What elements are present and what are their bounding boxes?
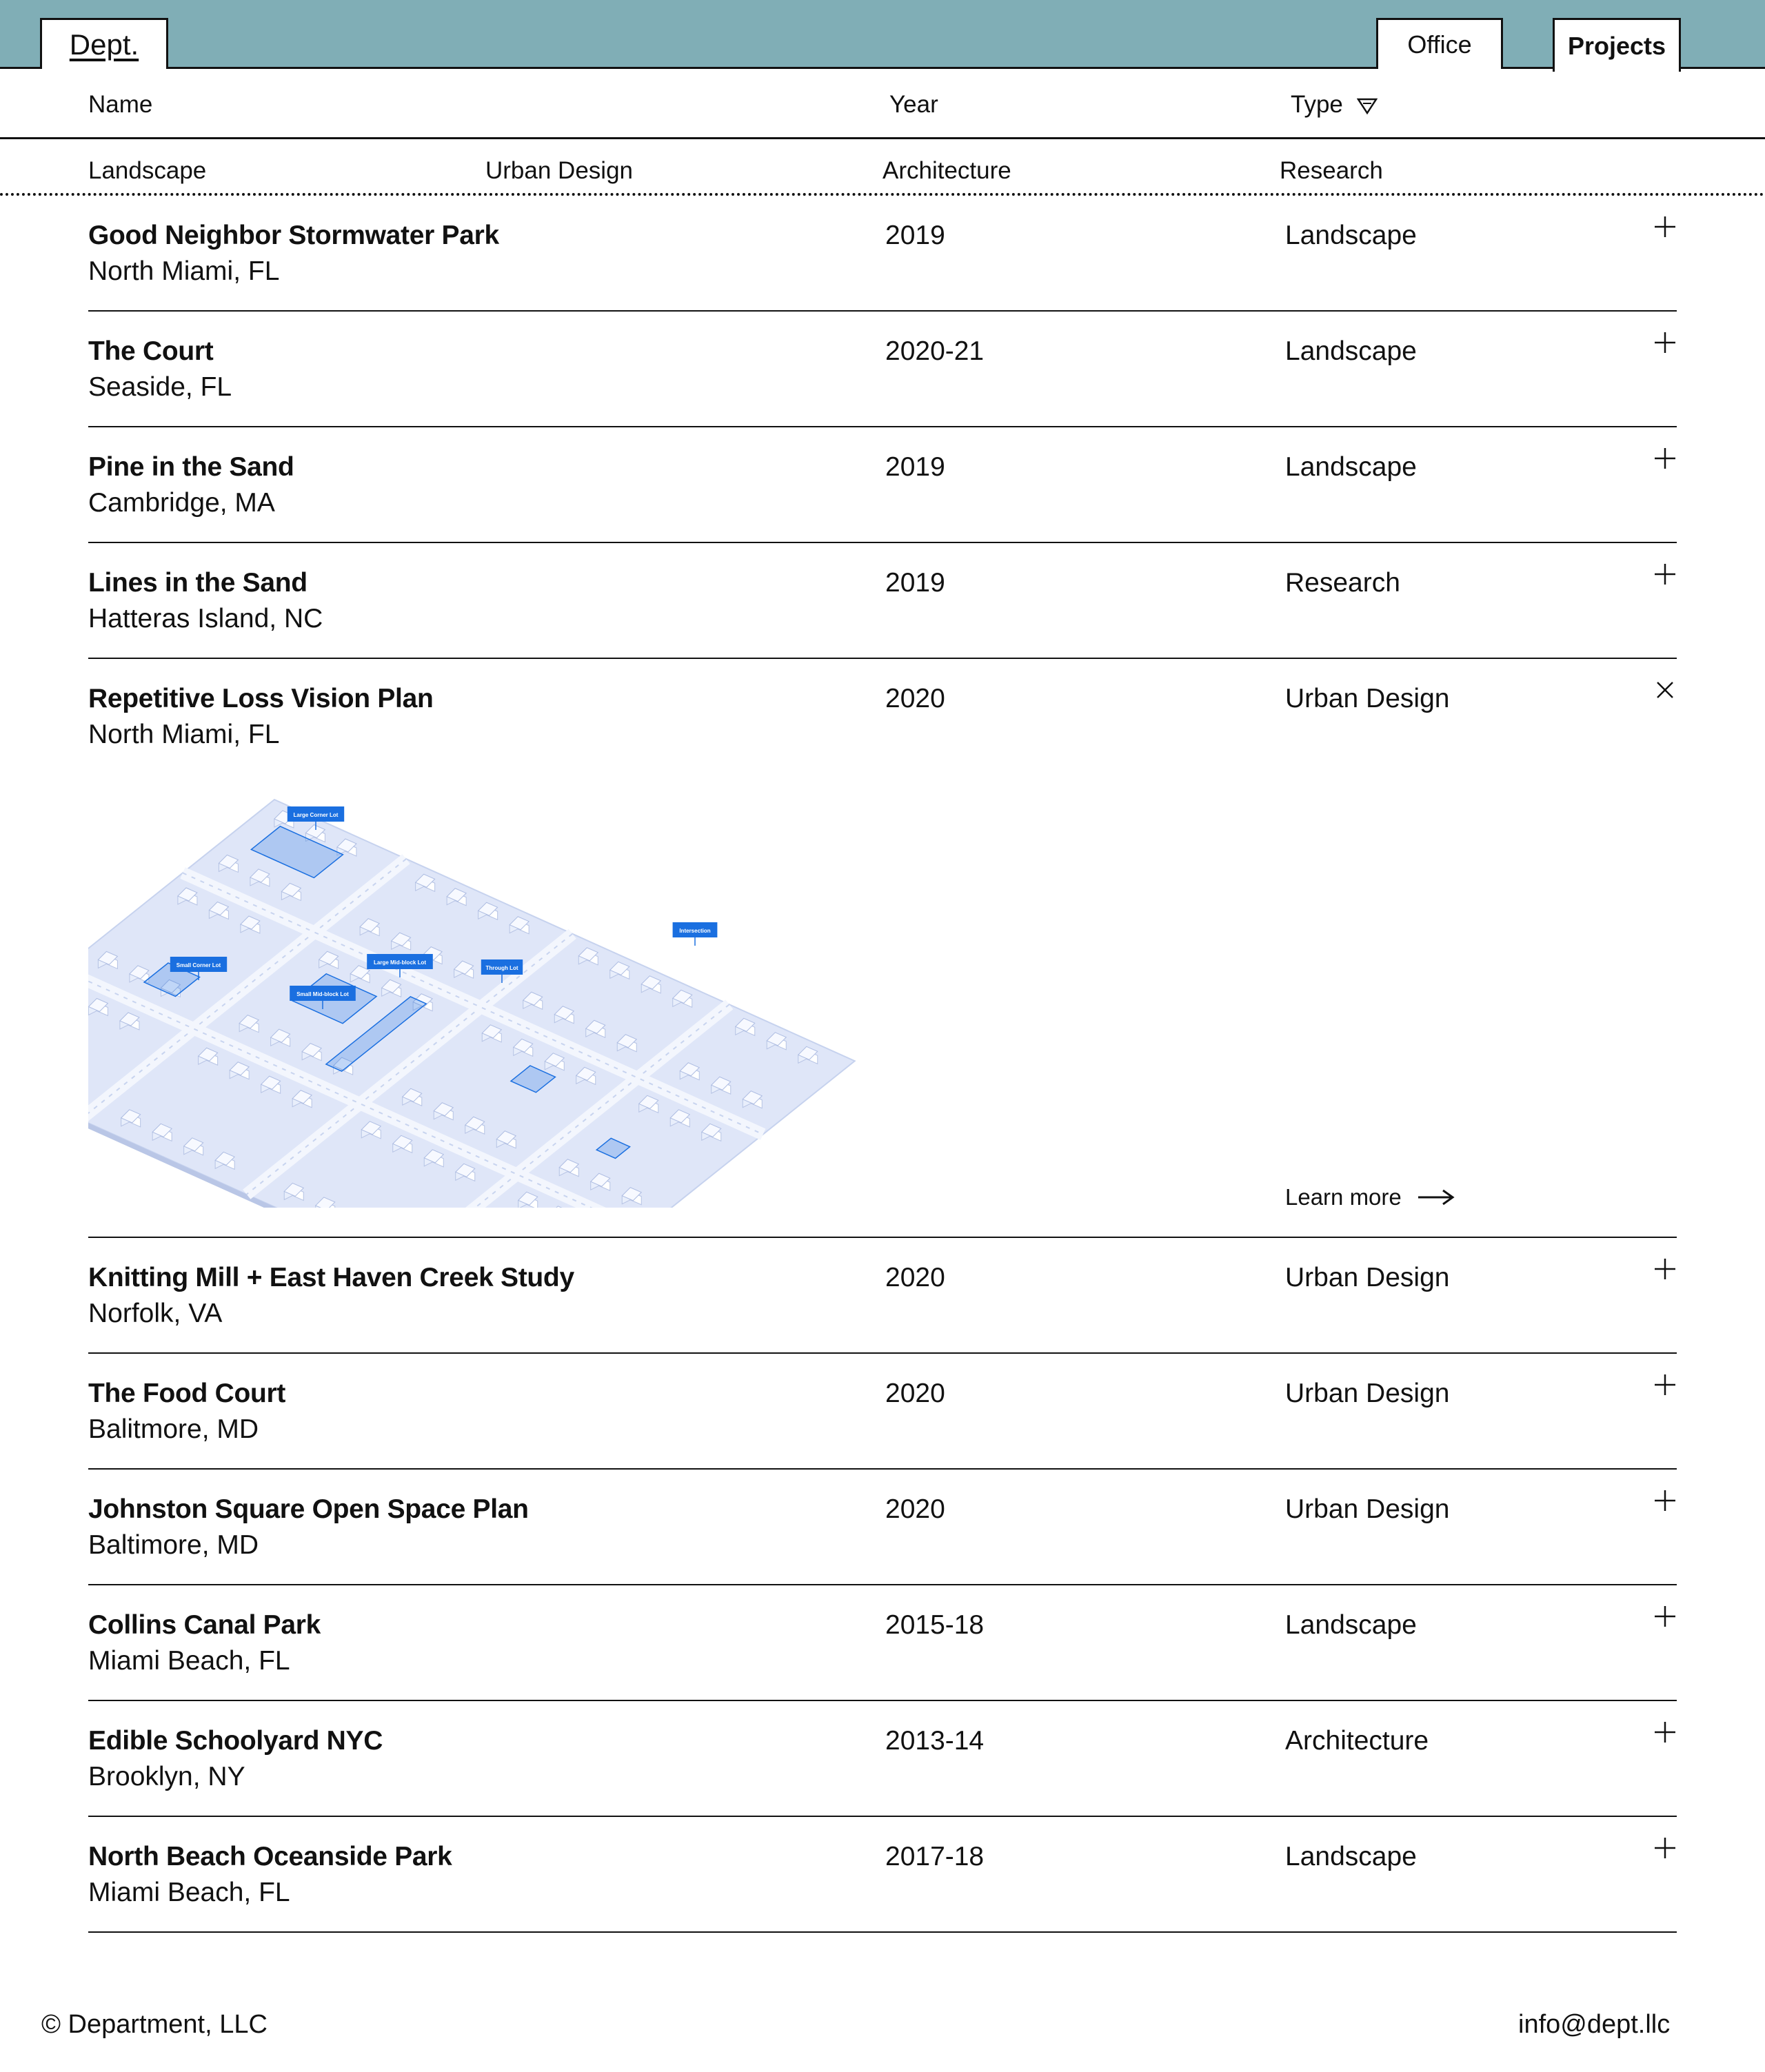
project-location: Cambridge, MA [88, 488, 275, 518]
plus-icon[interactable] [1653, 1489, 1677, 1512]
plus-icon[interactable] [1653, 1373, 1677, 1396]
map-callout-label: Through Lot [485, 965, 518, 971]
project-row[interactable]: Edible Schoolyard NYC Brooklyn, NY 2013-14… [88, 1701, 1677, 1817]
project-year: 2019 [885, 568, 945, 598]
project-location: Baltimore, MD [88, 1530, 259, 1560]
project-location: Brooklyn, NY [88, 1762, 245, 1791]
learn-more-label: Learn more [1285, 1184, 1402, 1210]
project-year: 2019 [885, 452, 945, 482]
project-year: 2020 [885, 684, 945, 713]
project-location: North Miami, FL [88, 256, 280, 286]
project-row[interactable]: The Court Seaside, FL 2020-21 Landscape [88, 312, 1677, 427]
project-location: Norfolk, VA [88, 1299, 223, 1328]
filter-triangle-icon [1356, 98, 1378, 115]
project-preview-image: Large Corner Lot Intersection Small Corner… [0, 786, 858, 1328]
project-type: Architecture [1285, 1726, 1429, 1756]
type-filter-row: Landscape Urban Design Architecture Rese… [0, 139, 1765, 196]
isometric-neighborhood-map: Large Corner Lot Intersection Small Corner… [0, 798, 856, 1328]
plus-icon[interactable] [1653, 1720, 1677, 1744]
project-row[interactable]: Pine in the Sand Cambridge, MA 2019 Landsca… [88, 427, 1677, 543]
map-callout-label: Small Corner Lot [176, 962, 221, 968]
project-year: 2013-14 [885, 1726, 985, 1756]
project-row[interactable]: Collins Canal Park Miami Beach, FL 2015-18… [88, 1585, 1677, 1701]
project-title[interactable]: Johnston Square Open Space Plan [88, 1494, 529, 1525]
plus-icon[interactable] [1653, 447, 1677, 470]
plus-icon[interactable] [1653, 215, 1677, 238]
project-list: Good Neighbor Stormwater Park North Miami… [0, 196, 1677, 1933]
map-callout-label: Large Corner Lot [294, 812, 339, 818]
nav-tab-projects[interactable]: Projects [1553, 18, 1681, 72]
project-year: 2017-18 [885, 1842, 985, 1871]
column-header-year[interactable]: Year [889, 91, 938, 119]
project-type: Landscape [1285, 452, 1417, 482]
map-callout-label: Large Mid-block Lot [374, 959, 426, 966]
map-callout-label: Small Mid-block Lot [296, 991, 349, 997]
learn-more-link[interactable]: Learn more [1285, 1184, 1455, 1210]
project-title[interactable]: Lines in the Sand [88, 568, 307, 598]
plus-icon[interactable] [1653, 1605, 1677, 1628]
project-location: Balitmore, MD [88, 1414, 259, 1444]
project-year: 2015-18 [885, 1610, 985, 1640]
filter-landscape[interactable]: Landscape [88, 157, 206, 185]
project-type: Landscape [1285, 1842, 1417, 1871]
project-year: 2019 [885, 221, 945, 250]
project-type: Landscape [1285, 1610, 1417, 1640]
project-type: Research [1285, 568, 1400, 598]
project-year: 2020-21 [885, 336, 985, 366]
top-bar: Dept. Office Projects [0, 0, 1765, 72]
project-title[interactable]: Knitting Mill + East Haven Creek Study [88, 1263, 574, 1293]
project-year: 2020 [885, 1379, 945, 1408]
project-year: 2020 [885, 1494, 945, 1524]
arrow-right-icon [1418, 1189, 1455, 1206]
column-header-name[interactable]: Name [88, 91, 152, 119]
plus-icon[interactable] [1653, 1257, 1677, 1281]
project-location: North Miami, FL [88, 720, 280, 749]
footer-email-link[interactable]: info@dept.llc [1518, 2010, 1670, 2040]
project-location: Seaside, FL [88, 372, 232, 402]
project-title[interactable]: Edible Schoolyard NYC [88, 1726, 383, 1756]
project-location: Miami Beach, FL [88, 1646, 290, 1676]
project-title[interactable]: North Beach Oceanside Park [88, 1842, 452, 1872]
project-title[interactable]: Collins Canal Park [88, 1610, 321, 1641]
map-callout-label: Intersection [679, 928, 710, 934]
logo-link[interactable]: Dept. [40, 18, 168, 69]
footer-copyright: © Department, LLC [41, 2010, 268, 2039]
project-row[interactable]: Good Neighbor Stormwater Park North Miami… [88, 196, 1677, 312]
project-title[interactable]: The Court [88, 336, 214, 367]
project-type: Urban Design [1285, 684, 1450, 713]
filter-urban-design[interactable]: Urban Design [485, 157, 633, 185]
project-row[interactable]: Lines in the Sand Hatteras Island, NC 2019… [88, 543, 1677, 659]
plus-icon[interactable] [1653, 1836, 1677, 1860]
project-title[interactable]: Repetitive Loss Vision Plan [88, 684, 434, 714]
project-row[interactable]: Knitting Mill + East Haven Creek Study No… [88, 1238, 1677, 1354]
project-title[interactable]: The Food Court [88, 1379, 285, 1409]
project-row[interactable]: Johnston Square Open Space Plan Baltimore… [88, 1470, 1677, 1585]
project-row[interactable]: The Food Court Balitmore, MD 2020 Urban Des… [88, 1354, 1677, 1470]
project-type: Urban Design [1285, 1379, 1450, 1408]
project-type: Urban Design [1285, 1263, 1450, 1292]
filter-research[interactable]: Research [1280, 157, 1383, 185]
project-row[interactable]: Repetitive Loss Vision Plan North Miami, … [0, 659, 1677, 1328]
filter-architecture[interactable]: Architecture [882, 157, 1011, 185]
nav-tab-office[interactable]: Office [1376, 18, 1503, 69]
column-header-row: Name Year Type [0, 69, 1765, 139]
plus-icon[interactable] [1653, 562, 1677, 586]
project-year: 2020 [885, 1263, 945, 1292]
project-row[interactable]: North Beach Oceanside Park Miami Beach, F… [88, 1817, 1677, 1933]
project-title[interactable]: Good Neighbor Stormwater Park [88, 221, 499, 251]
column-header-type-label: Type [1291, 91, 1343, 118]
column-header-type[interactable]: Type [1291, 91, 1378, 119]
project-type: Urban Design [1285, 1494, 1450, 1524]
close-icon[interactable] [1653, 678, 1677, 702]
plus-icon[interactable] [1653, 331, 1677, 354]
project-type: Landscape [1285, 336, 1417, 366]
project-title[interactable]: Pine in the Sand [88, 452, 294, 483]
project-type: Landscape [1285, 221, 1417, 250]
project-location: Miami Beach, FL [88, 1878, 290, 1907]
project-location: Hatteras Island, NC [88, 604, 323, 633]
